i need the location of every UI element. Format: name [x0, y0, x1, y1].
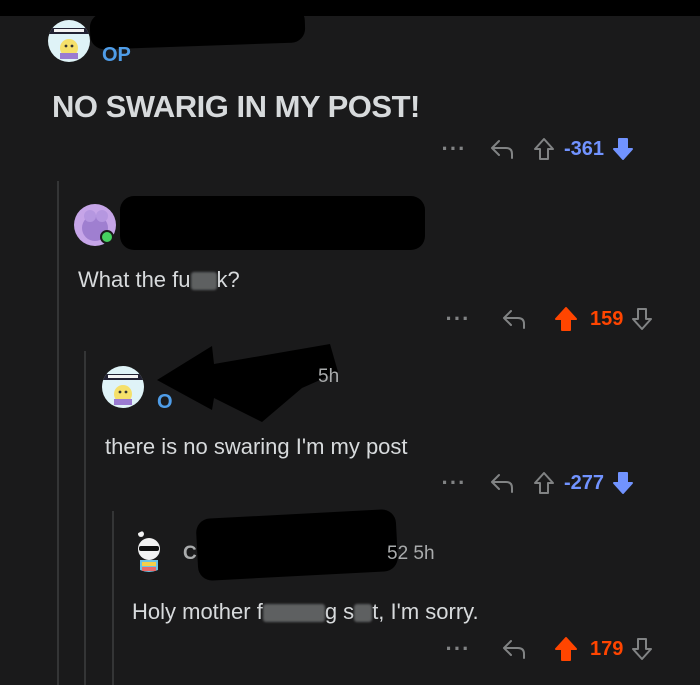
comment2-avatar[interactable]	[102, 366, 144, 408]
comment1-score: 159	[590, 307, 624, 330]
op-tag: OP	[102, 44, 131, 66]
downvote-icon[interactable]	[610, 471, 636, 495]
upvote-icon[interactable]	[552, 636, 580, 662]
post-score: -361	[564, 137, 605, 160]
post-title: NO SWARIG IN MY POST!	[52, 89, 420, 124]
comment2-body: there is no swaring I'm my post	[105, 434, 408, 459]
more-icon[interactable]: ···	[438, 306, 478, 332]
reply-icon[interactable]	[482, 472, 522, 494]
comment3-meta: 52 5h	[387, 543, 435, 564]
redacted-username-comment1	[120, 196, 425, 250]
post-actions: ··· -361	[434, 136, 636, 162]
upvote-icon[interactable]	[552, 306, 580, 332]
reply-icon[interactable]	[494, 308, 534, 330]
censored-text	[190, 272, 217, 291]
online-status-dot	[100, 230, 114, 244]
more-icon[interactable]: ···	[434, 136, 474, 162]
more-icon[interactable]: ···	[438, 636, 478, 662]
thread-line-1[interactable]	[57, 181, 59, 685]
redacted-username-comment2	[157, 344, 338, 422]
upvote-icon[interactable]	[530, 137, 558, 161]
thread-line-3[interactable]	[112, 511, 114, 685]
comment3-avatar[interactable]	[128, 530, 170, 572]
comment1-actions: ··· 159	[438, 306, 655, 332]
censored-text	[262, 604, 325, 623]
downvote-icon[interactable]	[610, 137, 636, 161]
redacted-username-comment3	[195, 508, 399, 582]
comment3-score: 179	[590, 637, 624, 660]
op-avatar[interactable]	[48, 20, 90, 62]
downvote-icon[interactable]	[629, 637, 655, 661]
comment3-body: Holy mother fg s t, I'm sorry.	[132, 599, 479, 624]
comment3-actions: ··· 179	[438, 636, 655, 662]
reply-icon[interactable]	[482, 138, 522, 160]
censored-text	[354, 604, 373, 623]
comment-thread: OP NO SWARIG IN MY POST! ··· -361 What t…	[0, 16, 700, 685]
reply-icon[interactable]	[494, 638, 534, 660]
comment3-username-start: C	[183, 543, 197, 564]
upvote-icon[interactable]	[530, 471, 558, 495]
comment2-score: -277	[564, 471, 605, 494]
comment2-actions: ··· -277	[434, 470, 636, 496]
more-icon[interactable]: ···	[434, 470, 474, 496]
comment1-body: What the fu k?	[78, 267, 240, 292]
thread-line-2[interactable]	[84, 351, 86, 685]
downvote-icon[interactable]	[629, 307, 655, 331]
comment2-time: 5h	[318, 366, 340, 387]
